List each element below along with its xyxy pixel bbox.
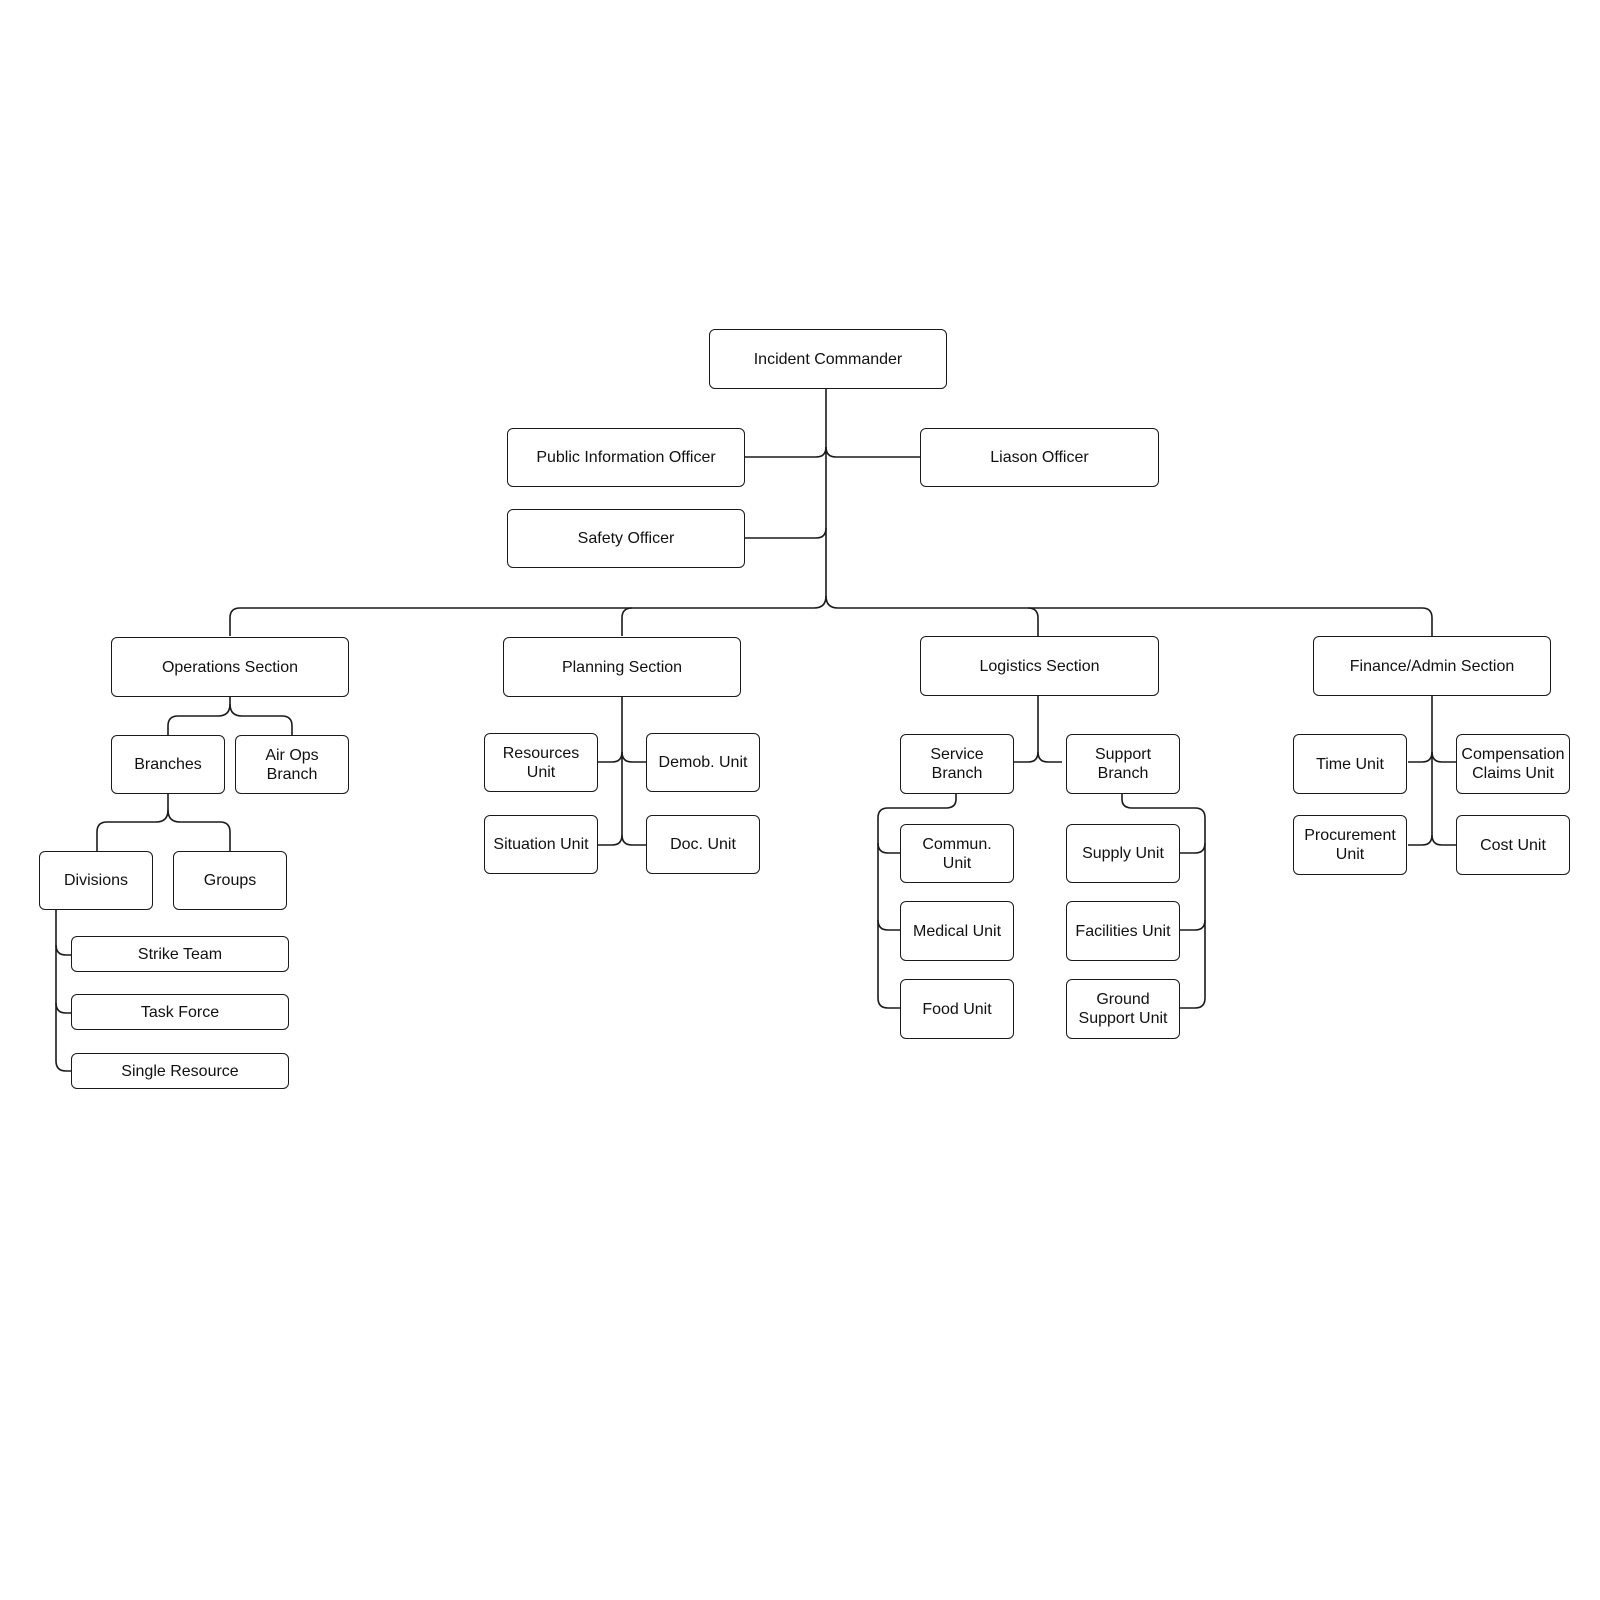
connector-ops-branches [167, 696, 231, 735]
org-chart-canvas: Incident Commander Public Information Of… [0, 0, 1600, 1600]
node-resources-unit[interactable]: Resources Unit [484, 733, 598, 792]
node-commun-unit[interactable]: Commun. Unit [900, 824, 1014, 883]
connector-commun [877, 842, 900, 854]
connector-ops-airops [229, 703, 293, 735]
connector-supply [1180, 842, 1206, 854]
node-planning-section[interactable]: Planning Section [503, 637, 741, 697]
connector-bus-left [229, 595, 827, 636]
node-liason-officer[interactable]: Liason Officer [920, 428, 1159, 487]
node-cost-unit[interactable]: Cost Unit [1456, 815, 1570, 875]
connector-medical [877, 919, 900, 931]
node-compensation-claims-unit[interactable]: Compensation Claims Unit [1456, 734, 1570, 794]
connector-facilities [1180, 919, 1206, 931]
node-demob-unit[interactable]: Demob. Unit [646, 733, 760, 792]
node-strike-team[interactable]: Strike Team [71, 936, 289, 972]
connector-cost [1431, 834, 1456, 846]
connector-doc [621, 834, 647, 846]
node-logistics-section[interactable]: Logistics Section [920, 636, 1159, 696]
node-food-unit[interactable]: Food Unit [900, 979, 1014, 1039]
connector-layer [55, 389, 1456, 1072]
node-doc-unit[interactable]: Doc. Unit [646, 815, 760, 874]
node-divisions[interactable]: Divisions [39, 851, 153, 910]
node-service-branch[interactable]: Service Branch [900, 734, 1014, 794]
connector-service [1014, 751, 1039, 763]
connector-bus-right [825, 595, 1433, 636]
connector-bus-logistics [1027, 607, 1039, 636]
connector-liason [825, 446, 920, 458]
node-task-force[interactable]: Task Force [71, 994, 289, 1030]
connector-demob [621, 751, 647, 763]
node-air-ops-branch[interactable]: Air Ops Branch [235, 735, 349, 794]
connector-branches-divisions [96, 793, 169, 851]
node-medical-unit[interactable]: Medical Unit [900, 901, 1014, 961]
node-groups[interactable]: Groups [173, 851, 287, 910]
node-safety-officer[interactable]: Safety Officer [507, 509, 745, 568]
node-public-information-officer[interactable]: Public Information Officer [507, 428, 745, 487]
node-procurement-unit[interactable]: Procurement Unit [1293, 815, 1407, 875]
connector-divisions-units [55, 909, 71, 1072]
node-incident-commander[interactable]: Incident Commander [709, 329, 947, 389]
node-facilities-unit[interactable]: Facilities Unit [1066, 901, 1180, 961]
connector-task-force [55, 1002, 71, 1014]
node-operations-section[interactable]: Operations Section [111, 637, 349, 697]
node-supply-unit[interactable]: Supply Unit [1066, 824, 1180, 883]
connector-resources [597, 751, 623, 763]
node-ground-support-unit[interactable]: Ground Support Unit [1066, 979, 1180, 1039]
node-branches[interactable]: Branches [111, 735, 225, 794]
connector-procurement [1408, 834, 1433, 846]
node-time-unit[interactable]: Time Unit [1293, 734, 1407, 794]
connector-support [1037, 751, 1062, 763]
connector-branches-groups [167, 809, 231, 851]
node-support-branch[interactable]: Support Branch [1066, 734, 1180, 794]
connector-pio [744, 446, 827, 458]
connector-bus-planning [621, 607, 633, 636]
node-finance-admin-section[interactable]: Finance/Admin Section [1313, 636, 1551, 696]
connector-safety [744, 527, 827, 539]
connector-strike-team [55, 944, 71, 956]
node-single-resource[interactable]: Single Resource [71, 1053, 289, 1089]
node-situation-unit[interactable]: Situation Unit [484, 815, 598, 874]
connector-compensation [1431, 751, 1456, 763]
connector-situation [597, 834, 623, 846]
connector-time [1408, 751, 1433, 763]
